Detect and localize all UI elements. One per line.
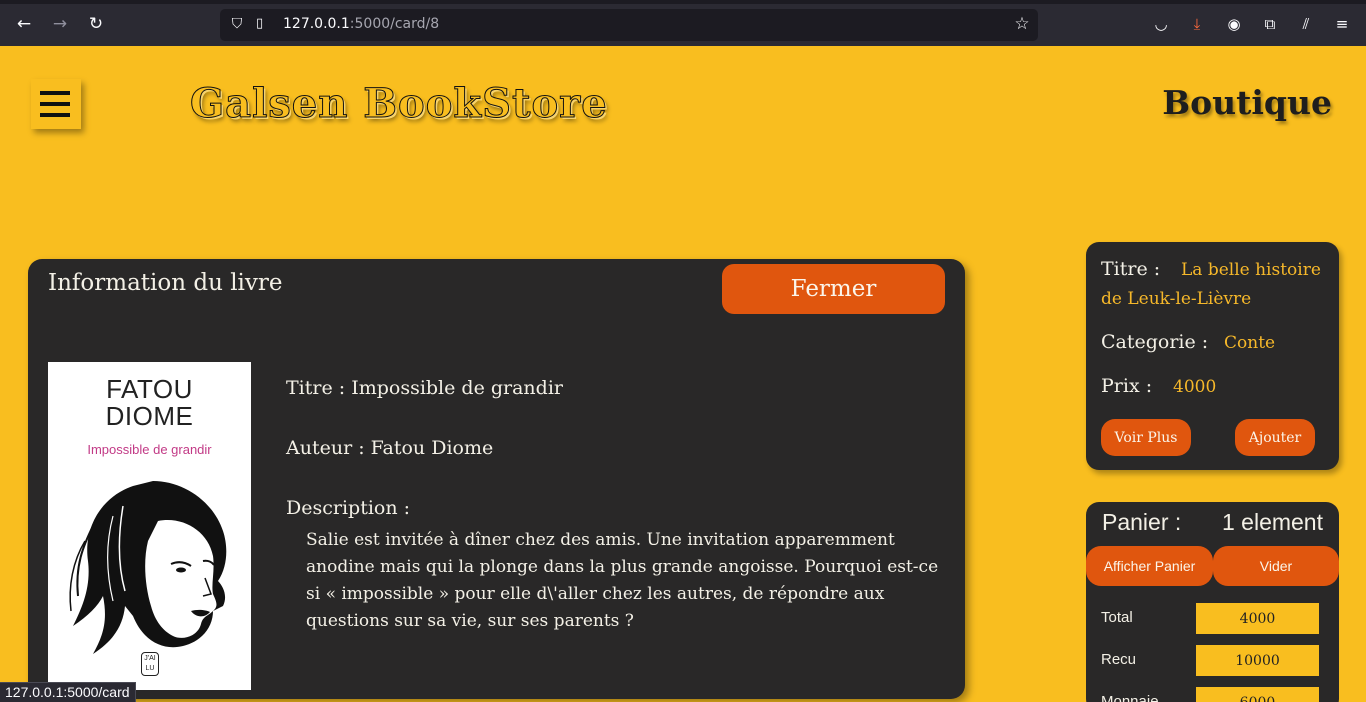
book-info-heading: Information du livre	[48, 270, 283, 296]
close-button[interactable]: Fermer	[722, 264, 945, 314]
product-card: Titre : La belle histoire de Leuk-le-Liè…	[1086, 242, 1339, 470]
bookmark-star-icon[interactable]: ☆	[1012, 14, 1032, 34]
cart-title: Panier :	[1102, 509, 1182, 535]
show-cart-button[interactable]: Afficher Panier	[1086, 546, 1213, 586]
cover-portrait-illustration	[69, 481, 227, 654]
description-label: Description :	[286, 497, 411, 519]
product-price-value: 4000	[1173, 377, 1217, 397]
cover-subtitle: Impossible de grandir	[87, 442, 212, 457]
book-author-field: Auteur : Fatou Diome	[286, 437, 494, 459]
cart-total-field[interactable]	[1196, 603, 1319, 634]
cart-count: 1 element	[1221, 509, 1323, 535]
extensions-icon[interactable]: ⧉	[1260, 14, 1280, 34]
site-title: Galsen BookStore	[190, 80, 608, 128]
book-info-card: Information du livre Fermer FATOU DIOME I…	[28, 259, 965, 699]
publisher-logo: J'AI LU	[141, 652, 159, 676]
cart-total-label: Total	[1101, 609, 1133, 626]
pocket-icon[interactable]: ◡	[1151, 14, 1171, 34]
tab-strip	[0, 0, 1366, 4]
cart-change-label: Monnaie	[1101, 693, 1159, 702]
firefox-view-icon[interactable]: ⫽	[1296, 14, 1316, 34]
browser-toolbar: ← → ↻ ⛉ ▯ 127.0.0.1:5000/card/8 ☆ ◡ ⤓ ◉ …	[0, 0, 1366, 46]
cart-change-field[interactable]	[1196, 687, 1319, 702]
product-category-label: Categorie :	[1101, 331, 1209, 353]
book-title-field: Titre : Impossible de grandir	[286, 377, 563, 399]
product-category-value: Conte	[1224, 333, 1276, 353]
cart-received-label: Recu	[1101, 651, 1137, 668]
hamburger-menu-icon[interactable]	[31, 79, 81, 129]
cart-received-field[interactable]	[1196, 645, 1319, 676]
product-title-value: La belle histoire de Leuk-le-Lièvre	[1101, 260, 1321, 309]
account-icon[interactable]: ◉	[1224, 14, 1244, 34]
download-icon[interactable]: ⤓	[1187, 14, 1207, 34]
page-icon: ▯	[256, 16, 264, 31]
back-arrow-icon[interactable]: ←	[13, 13, 35, 35]
book-cover-image: FATOU DIOME Impossible de grandir J'AI LU	[48, 362, 251, 690]
cart-card: Panier : 1 element Afficher Panier Vider…	[1086, 502, 1339, 702]
book-description: Salie est invitée à dîner chez des amis.…	[306, 530, 939, 631]
app-menu-icon[interactable]: ≡	[1332, 14, 1352, 34]
clear-cart-button[interactable]: Vider	[1213, 546, 1339, 586]
add-to-cart-button[interactable]: Ajouter	[1235, 419, 1315, 456]
product-price-label: Prix :	[1101, 375, 1153, 397]
shield-icon[interactable]: ⛉	[228, 15, 246, 33]
boutique-link[interactable]: Boutique	[1162, 83, 1332, 122]
status-url-tooltip: 127.0.0.1:5000/card	[0, 682, 136, 702]
url-text[interactable]: 127.0.0.1:5000/card/8	[283, 16, 439, 32]
forward-arrow-icon[interactable]: →	[49, 13, 71, 35]
reload-icon[interactable]: ↻	[85, 13, 107, 35]
address-bar[interactable]: ⛉ ▯ 127.0.0.1:5000/card/8 ☆	[220, 9, 1038, 41]
cover-author: FATOU DIOME	[105, 374, 194, 431]
view-more-button[interactable]: Voir Plus	[1101, 419, 1191, 456]
